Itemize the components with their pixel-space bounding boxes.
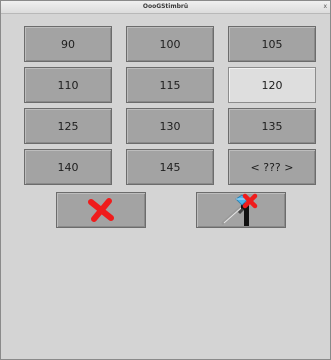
- option-button-90[interactable]: 90: [24, 26, 112, 62]
- option-button-120-selected[interactable]: 120: [228, 67, 316, 103]
- sword-with-red-x-icon: [221, 193, 258, 226]
- option-button-100[interactable]: 100: [126, 26, 214, 62]
- window-title: OooGStimbrü: [142, 3, 189, 10]
- red-x-icon: [88, 198, 114, 222]
- window: OooGStimbrü x 90 100 105 110 115 120 125…: [0, 0, 331, 360]
- option-button-unknown[interactable]: < ??? >: [228, 149, 316, 185]
- title-bar: OooGStimbrü x: [1, 1, 330, 14]
- option-button-110[interactable]: 110: [24, 67, 112, 103]
- option-button-125[interactable]: 125: [24, 108, 112, 144]
- cancel-button[interactable]: [56, 192, 146, 228]
- option-button-140[interactable]: 140: [24, 149, 112, 185]
- clear-button[interactable]: [196, 192, 286, 228]
- option-button-105[interactable]: 105: [228, 26, 316, 62]
- close-icon[interactable]: x: [323, 1, 327, 13]
- option-button-145[interactable]: 145: [126, 149, 214, 185]
- option-button-130[interactable]: 130: [126, 108, 214, 144]
- option-button-115[interactable]: 115: [126, 67, 214, 103]
- option-button-135[interactable]: 135: [228, 108, 316, 144]
